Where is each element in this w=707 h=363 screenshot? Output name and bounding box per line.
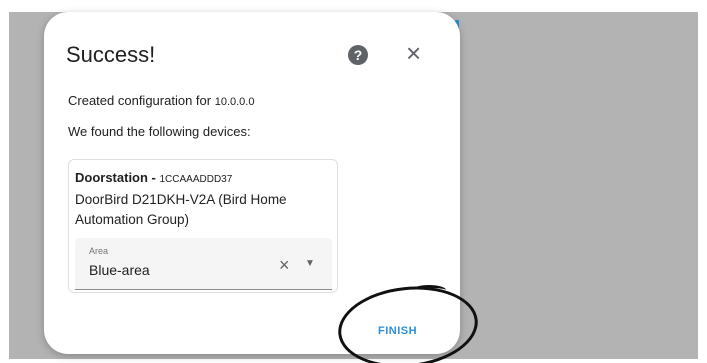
help-icon[interactable]: ? — [348, 45, 368, 65]
created-prefix: Created configuration for — [68, 93, 215, 108]
found-devices-text: We found the following devices: — [68, 124, 251, 139]
clear-icon[interactable]: × — [279, 255, 290, 276]
hand-drawn-circle-tail — [412, 285, 446, 295]
device-model: DoorBird D21DKH-V2A (Bird Home Automatio… — [75, 192, 287, 227]
chevron-down-icon[interactable]: ▼ — [305, 258, 315, 269]
area-select[interactable]: Area Blue-area × ▼ — [75, 238, 332, 290]
device-name: Doorstation - 1CCAAADDD37 — [75, 170, 232, 185]
host-ip: 10.0.0.0 — [214, 96, 255, 108]
device-card: Doorstation - 1CCAAADDD37 DoorBird D21DK… — [68, 159, 338, 293]
dialog-title: Success! — [66, 42, 156, 67]
device-serial: 1CCAAADDD37 — [159, 174, 233, 185]
device-name-label: Doorstation - — [75, 170, 160, 185]
area-value[interactable]: Blue-area — [89, 262, 150, 278]
close-icon[interactable]: × — [406, 40, 421, 66]
created-configuration-text: Created configuration for 10.0.0.0 — [68, 93, 254, 108]
area-label: Area — [89, 246, 109, 256]
